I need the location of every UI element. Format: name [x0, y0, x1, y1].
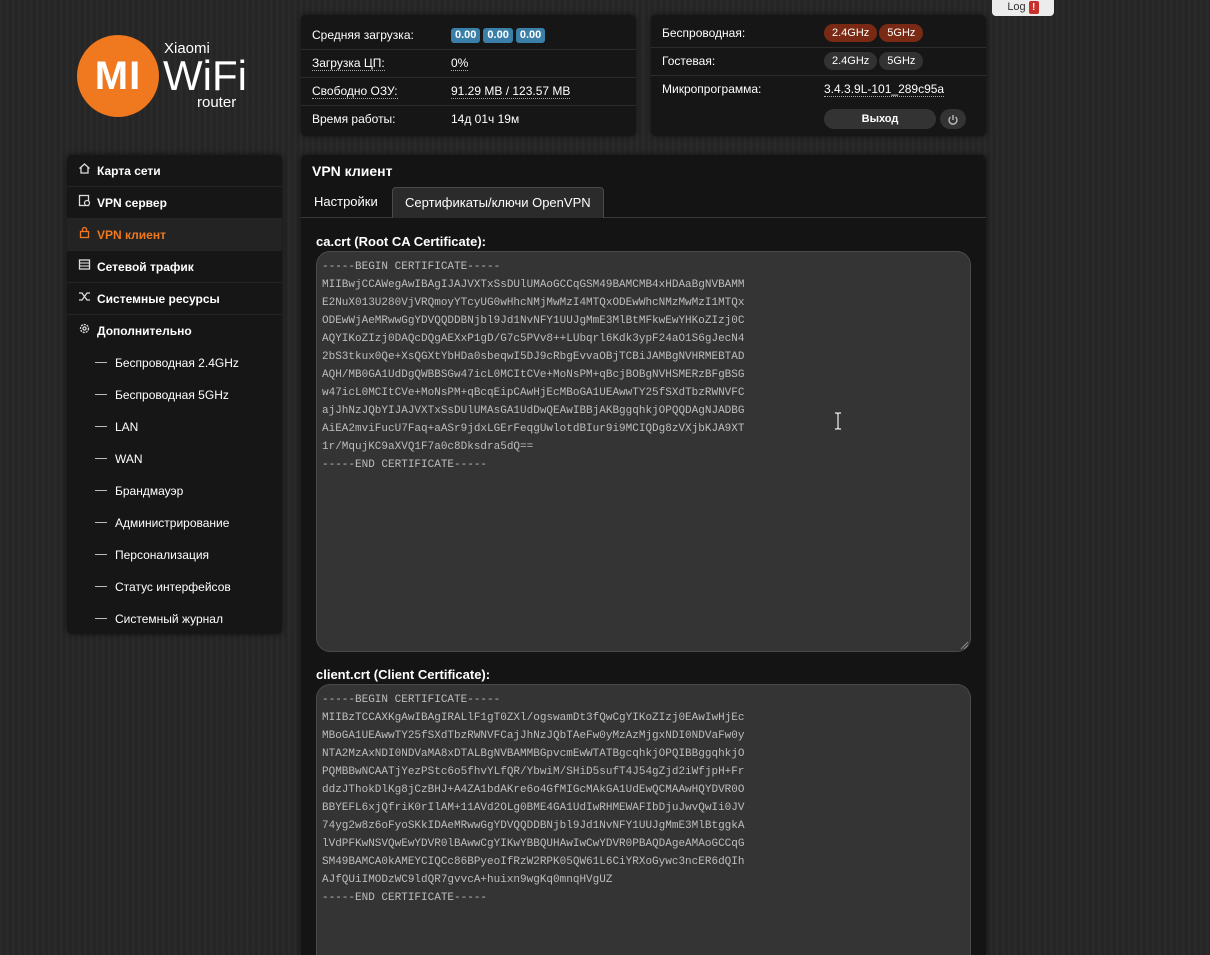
menu-item-vpn-server[interactable]: VPN сервер — [67, 187, 282, 219]
submenu-dash — [95, 554, 107, 555]
page-title: VPN клиент — [312, 163, 393, 179]
guest-label: Гостевая: — [662, 54, 716, 68]
tab-settings[interactable]: Настройки — [302, 187, 390, 217]
submenu-item-label: Беспроводная 2.4GHz — [115, 356, 239, 370]
menu-item-label: VPN сервер — [97, 196, 167, 210]
firmware-row: Микропрограмма: 3.4.3.9L-101_289c95a — [651, 76, 986, 103]
sidebar-menu: Карта сети VPN сервер VPN клиент Сетевой… — [67, 155, 282, 634]
submenu-item-label: WAN — [115, 452, 143, 466]
log-button[interactable]: Log! — [992, 0, 1054, 16]
firmware-label: Микропрограмма: — [662, 82, 762, 96]
submenu-item-interface-status[interactable]: Статус интерфейсов — [67, 571, 282, 603]
ram-label[interactable]: Свободно ОЗУ: — [312, 84, 398, 99]
submenu-item-label: Беспроводная 5GHz — [115, 388, 229, 402]
wireless-panel: Беспроводная: 2.4GHz 5GHz Гостевая: 2.4GH… — [651, 15, 986, 136]
submenu-dash — [95, 522, 107, 523]
guest-24ghz-toggle[interactable]: 2.4GHz — [824, 52, 878, 70]
submenu-item-firewall[interactable]: Брандмауэр — [67, 475, 282, 507]
logo-wifi: WiFi — [163, 52, 247, 99]
wireless-5ghz-toggle[interactable]: 5GHz — [879, 24, 924, 42]
status-panel: Средняя загрузка: 0.00 0.00 0.00 Загрузка … — [301, 15, 636, 136]
ca-cert-textarea[interactable]: -----BEGIN CERTIFICATE----- MIIBwjCCAWeg… — [316, 251, 971, 652]
submenu-dash — [95, 458, 107, 459]
menu-item-label: Дополнительно — [97, 324, 192, 338]
cpu-value[interactable]: 0% — [451, 56, 469, 71]
submenu-dash — [95, 394, 107, 395]
submenu-item-lan[interactable]: LAN — [67, 411, 282, 443]
tab-certificates[interactable]: Сертификаты/ключи OpenVPN — [392, 187, 604, 218]
menu-item-system-resources[interactable]: Системные ресурсы — [67, 283, 282, 315]
home-icon — [78, 155, 92, 187]
client-cert-label: client.crt (Client Certificate): — [316, 667, 491, 682]
resize-handle-icon[interactable] — [960, 641, 969, 650]
menu-item-traffic[interactable]: Сетевой трафик — [67, 251, 282, 283]
vpn-server-icon — [78, 187, 92, 219]
cpu-label[interactable]: Загрузка ЦП: — [312, 56, 385, 71]
submenu-item-label: Персонализация — [115, 548, 210, 562]
wireless-row: Беспроводная: 2.4GHz 5GHz — [651, 20, 986, 48]
logo-mi: MI — [94, 54, 142, 98]
load-5min-badge: 0.00 — [483, 28, 513, 43]
vpn-client-icon — [78, 219, 92, 251]
guest-5ghz-toggle[interactable]: 5GHz — [879, 52, 924, 70]
client-cert-textarea[interactable]: -----BEGIN CERTIFICATE----- MIIBzTCCAXKg… — [316, 684, 971, 955]
power-icon — [948, 114, 958, 125]
log-alert-badge: ! — [1028, 0, 1039, 14]
menu-item-advanced[interactable]: Дополнительно — [67, 315, 282, 347]
submenu-dash — [95, 618, 107, 619]
ram-row: Свободно ОЗУ: 91.29 MB / 123.57 MB — [301, 78, 636, 106]
menu-item-label: Системные ресурсы — [97, 292, 220, 306]
menu-item-vpn-client[interactable]: VPN клиент — [67, 219, 282, 251]
main-panel: VPN клиент Настройки Сертификаты/ключи O… — [301, 155, 986, 955]
submenu-item-label: LAN — [115, 420, 139, 434]
menu-item-label: Карта сети — [97, 164, 161, 178]
submenu-dash — [95, 490, 107, 491]
submenu-dash — [95, 362, 107, 363]
ram-value[interactable]: 91.29 MB / 123.57 MB — [451, 84, 571, 99]
uptime-value: 14д 01ч 19м — [451, 112, 520, 126]
load-row: Средняя загрузка: 0.00 0.00 0.00 — [301, 22, 636, 50]
submenu-item-administration[interactable]: Администрирование — [67, 507, 282, 539]
log-button-label: Log — [1007, 1, 1026, 13]
submenu-item-label: Администрирование — [115, 516, 230, 530]
wireless-24ghz-toggle[interactable]: 2.4GHz — [824, 24, 878, 42]
submenu-dash — [95, 586, 107, 587]
guest-row: Гостевая: 2.4GHz 5GHz — [651, 48, 986, 76]
menu-item-network-map[interactable]: Карта сети — [67, 155, 282, 187]
submenu-item-personalization[interactable]: Персонализация — [67, 539, 282, 571]
logo-router: router — [197, 94, 237, 111]
submenu-dash — [95, 426, 107, 427]
text-cursor-icon — [834, 412, 842, 433]
firmware-value[interactable]: 3.4.3.9L-101_289c95a — [824, 82, 945, 97]
load-15min-badge: 0.00 — [515, 28, 546, 43]
shuffle-icon — [78, 283, 92, 315]
cpu-row: Загрузка ЦП: 0% — [301, 50, 636, 78]
load-label: Средняя загрузка: — [312, 28, 414, 42]
load-1min-badge: 0.00 — [451, 28, 481, 43]
menu-item-label: Сетевой трафик — [97, 260, 194, 274]
traffic-icon — [78, 251, 92, 283]
gear-icon — [78, 315, 92, 347]
submenu-item-label: Брандмауэр — [115, 484, 184, 498]
submenu-item-system-log[interactable]: Системный журнал — [67, 603, 282, 635]
ca-cert-label: ca.crt (Root CA Certificate): — [316, 234, 486, 249]
submenu-item-label: Системный журнал — [115, 612, 223, 626]
power-button[interactable] — [940, 109, 966, 129]
menu-item-label: VPN клиент — [97, 228, 166, 242]
submenu-item-wan[interactable]: WAN — [67, 443, 282, 475]
wireless-label: Беспроводная: — [662, 26, 746, 40]
uptime-label: Время работы: — [312, 112, 396, 126]
submenu-item-wireless-24[interactable]: Беспроводная 2.4GHz — [67, 347, 282, 379]
submenu-item-label: Статус интерфейсов — [115, 580, 231, 594]
submenu-item-wireless-5[interactable]: Беспроводная 5GHz — [67, 379, 282, 411]
logout-button[interactable]: Выход — [824, 109, 936, 129]
uptime-row: Время работы: 14д 01ч 19м — [301, 106, 636, 133]
